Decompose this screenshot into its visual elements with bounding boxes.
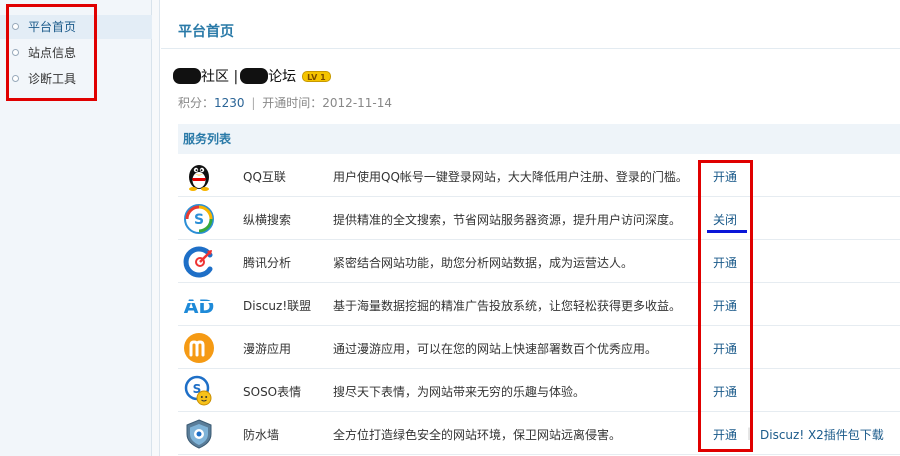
site-name-row: 社区 | 论坛 LV 1 [173,64,331,88]
bullet-icon [12,75,19,82]
sidebar-item-label: 诊断工具 [28,72,77,86]
service-row: QQ互联 用户使用QQ帐号一键登录网站，大大降低用户注册、登录的门槛。 开通 [178,154,900,197]
soso-search-icon: S [184,204,214,234]
service-action-link[interactable]: 关闭 [713,211,737,228]
service-description: 全方位打造绿色安全的网站环境，保卫网站远离侵害。 [333,428,622,442]
service-action-link[interactable]: 开通 [713,168,737,185]
service-name: 漫游应用 [243,342,292,356]
service-name: 纵横搜索 [243,213,292,227]
sidebar-item-label: 平台首页 [28,20,77,34]
sidebar-item-diagnostic-tools[interactable]: 诊断工具 [0,67,152,91]
service-row: 漫游应用 通过漫游应用，可以在您的网站上快速部署数百个优秀应用。 开通 [178,326,900,369]
service-description: 通过漫游应用，可以在您的网站上快速部署数百个优秀应用。 [333,342,658,356]
service-row: 腾讯分析 紧密结合网站功能，助您分析网站数据，成为运营达人。 开通 [178,240,900,283]
bullet-icon [12,23,19,30]
service-row: 防水墙 全方位打造绿色安全的网站环境，保卫网站远离侵害。 开通 | Discuz… [178,412,900,455]
service-description: 搜尽天下表情，为网站带来无穷的乐趣与体验。 [333,385,586,399]
open-time-label: 开通时间： [262,96,323,110]
service-action-link[interactable]: 开通 [713,383,737,400]
sidebar-item-site-info[interactable]: 站点信息 [0,41,152,65]
level-badge: LV 1 [302,70,331,82]
service-description: 紧密结合网站功能，助您分析网站数据，成为运营达人。 [333,256,634,270]
points-value: 1230 [214,96,245,110]
site-name-part2: 论坛 [268,69,297,85]
service-name: 防水墙 [243,428,280,442]
sidebar-item-platform-home[interactable]: 平台首页 [0,15,152,39]
open-time-value: 2012-11-14 [322,96,393,110]
meta-separator: | [251,96,256,110]
soso-emoji-icon: S [184,375,212,406]
title-divider [161,48,900,49]
discuz-ad-icon: AD [184,296,214,318]
service-action-link[interactable]: 开通 [713,297,737,314]
manyou-app-icon [184,333,214,363]
link-separator: | [747,426,752,440]
tencent-analytics-icon [183,246,213,278]
service-name: QQ互联 [243,170,286,184]
page-title: 平台首页 [178,24,234,40]
service-name: SOSO表情 [243,385,302,399]
site-name-part1: 社区 | [201,69,239,85]
service-action-link[interactable]: 开通 [713,340,737,357]
svg-text:S: S [194,212,204,228]
service-action-link[interactable]: 开通 [713,426,737,443]
site-meta: 积分：1230 | 开通时间：2012-11-14 [178,94,392,111]
service-description: 用户使用QQ帐号一键登录网站，大大降低用户注册、登录的门槛。 [333,170,688,184]
service-list-header: 服务列表 [178,124,900,154]
panel-divider [152,0,160,456]
service-row: S 纵横搜索 提供精准的全文搜索，节省网站服务器资源，提升用户访问深度。 关闭 [178,197,900,240]
bullet-icon [12,49,19,56]
service-description: 提供精准的全文搜索，节省网站服务器资源，提升用户访问深度。 [333,213,682,227]
main-panel: 平台首页 社区 | 论坛 LV 1 积分：1230 | 开通时间：2012-11… [161,0,900,456]
qq-penguin-icon [189,165,209,191]
redacted-block [173,68,201,84]
service-name: 腾讯分析 [243,256,292,270]
service-name: Discuz!联盟 [243,299,312,313]
firewall-shield-icon [186,419,212,449]
sidebar-item-label: 站点信息 [28,46,77,60]
redacted-block [240,68,269,84]
service-row: S SOSO表情 搜尽天下表情，为网站带来无穷的乐趣与体验。 开通 [178,369,900,412]
svg-text:AD: AD [184,296,214,318]
service-description: 基于海量数据挖掘的精准广告投放系统，让您轻松获得更多收益。 [333,299,682,313]
points-label: 积分： [178,96,215,110]
service-row: AD Discuz!联盟 基于海量数据挖掘的精准广告投放系统，让您轻松获得更多收… [178,283,900,326]
service-action-link[interactable]: 开通 [713,254,737,271]
plugin-download-link[interactable]: Discuz! X2插件包下载 [760,426,884,443]
sidebar: 平台首页 站点信息 诊断工具 [0,0,152,456]
